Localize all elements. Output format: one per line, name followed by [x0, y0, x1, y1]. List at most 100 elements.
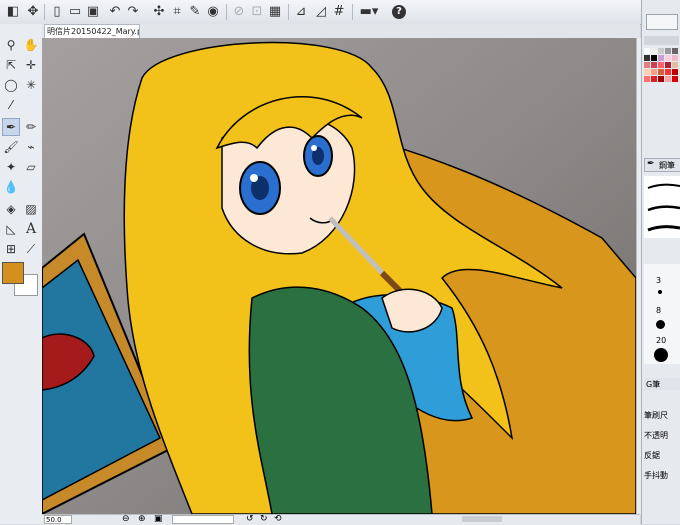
zoom-icon[interactable]: ⚲ — [2, 36, 20, 54]
color-swatches[interactable] — [644, 48, 680, 134]
fill-bucket-icon[interactable]: ◈ — [2, 200, 20, 218]
blend-icon[interactable]: 💧 — [2, 178, 20, 196]
color-swatch[interactable] — [644, 48, 650, 54]
grid-icon[interactable]: # — [330, 3, 348, 20]
color-panel-tab[interactable] — [646, 14, 678, 30]
main-toolbar: ◧ ✥ ▯ ▭ ▣ ↶ ↷ ✣ ⌗ ✎ ◉ ⊘ ⊡ ▦ ⊿ ◿ # ▬▾ ? — [0, 0, 680, 25]
subtool-label: G筆 — [646, 380, 661, 389]
color-swatch[interactable] — [665, 69, 671, 75]
left-eye-highlight — [250, 174, 258, 182]
setting-label: 手抖動 — [644, 471, 668, 480]
color-swatch[interactable] — [658, 62, 664, 68]
color-swatch[interactable] — [651, 55, 657, 61]
tool-settings: 筆刷尺 不透明 反鋸 手抖動 — [644, 410, 680, 490]
ruler-icon[interactable]: ⊿ — [292, 3, 310, 20]
decoration-icon[interactable]: ✦ — [2, 158, 20, 176]
zoom-field[interactable]: 50.0 — [44, 515, 72, 524]
color-swatch[interactable] — [665, 62, 671, 68]
new-file-icon[interactable]: ▯ — [48, 3, 66, 20]
brush-size-dot — [656, 320, 665, 329]
screen-mode-icon[interactable]: ▬▾ — [356, 3, 382, 20]
color-swatch[interactable] — [644, 69, 650, 75]
brush-size-label: 8 — [656, 306, 662, 315]
fit-icon[interactable]: ▣ — [154, 514, 163, 524]
main-color-swatch[interactable] — [2, 262, 24, 284]
correct-line-icon[interactable]: ⟋ — [22, 240, 40, 258]
brush-stroke-list[interactable] — [644, 176, 680, 238]
text-icon[interactable]: A — [22, 220, 40, 238]
color-swatch[interactable] — [644, 55, 650, 61]
hand-icon[interactable]: ✥ — [24, 3, 42, 20]
move-icon[interactable]: ✛ — [22, 56, 40, 74]
color-swatch[interactable] — [658, 55, 664, 61]
color-swatch[interactable] — [651, 48, 657, 54]
hand-tool-icon[interactable]: ✋ — [22, 36, 40, 54]
rotate-right-icon[interactable]: ↻ — [260, 514, 268, 524]
subtool-tab[interactable]: G筆 — [644, 378, 680, 390]
app-menu-icon[interactable]: ◧ — [4, 3, 22, 20]
perspective-ruler-icon[interactable]: ◿ — [312, 3, 330, 20]
pencil-icon[interactable]: ✏ — [22, 118, 40, 136]
brush-tab[interactable]: ✒ 鋼筆 — [644, 158, 680, 172]
rotate-left-icon[interactable]: ↺ — [246, 514, 254, 524]
airbrush-icon[interactable]: ⌁ — [22, 138, 40, 156]
color-swatch[interactable] — [665, 76, 671, 82]
brush-tab-label: 鋼筆 — [659, 161, 675, 170]
toolbar-separator — [226, 4, 227, 20]
color-swatch[interactable] — [672, 62, 678, 68]
eraser-icon[interactable]: ▱ — [22, 158, 40, 176]
figure-icon[interactable]: ◺ — [2, 220, 20, 238]
color-swatch[interactable] — [658, 69, 664, 75]
help-icon[interactable]: ? — [390, 3, 408, 20]
transform-icon[interactable]: ✣ — [150, 3, 168, 20]
brush-icon[interactable]: 🖌 — [2, 138, 20, 156]
redo-icon[interactable]: ↷ — [124, 3, 142, 20]
magic-wand-icon[interactable]: ✳ — [22, 76, 40, 94]
show-selection-icon[interactable]: ▦ — [266, 3, 284, 20]
brush-size-label: 20 — [656, 336, 667, 345]
zoom-in-icon[interactable]: ⊕ — [138, 514, 146, 524]
eyedropper-icon[interactable]: ⁄ — [2, 96, 20, 114]
gradient-icon[interactable]: ▨ — [22, 200, 40, 218]
brush-size-dot — [654, 348, 668, 362]
open-file-icon[interactable]: ▭ — [66, 3, 84, 20]
horizontal-scrollbar[interactable] — [462, 516, 502, 522]
color-swatch[interactable] — [672, 55, 678, 61]
toolbar-separator — [352, 4, 353, 20]
setting-label: 反鋸 — [644, 451, 660, 460]
zoom-slider[interactable] — [172, 515, 234, 524]
save-icon[interactable]: ▣ — [84, 3, 102, 20]
lasso-icon[interactable]: ◯ — [2, 76, 20, 94]
brush-stroke-previews — [647, 183, 680, 232]
color-swatch[interactable] — [651, 69, 657, 75]
document-tab[interactable]: 明信片20150422_Mary.psd — [44, 24, 140, 38]
color-swatch[interactable] — [672, 76, 678, 82]
fill-icon[interactable]: ◉ — [204, 3, 222, 20]
color-swatch[interactable] — [672, 69, 678, 75]
pen-transform-icon[interactable]: ✎ — [186, 3, 204, 20]
crop-icon[interactable]: ⌗ — [168, 3, 186, 20]
color-swatch[interactable] — [651, 62, 657, 68]
right-eye-highlight — [311, 145, 317, 151]
color-swatch[interactable] — [658, 48, 664, 54]
color-swatch[interactable] — [651, 76, 657, 82]
color-swatch[interactable] — [644, 62, 650, 68]
canvas-area[interactable] — [42, 38, 636, 514]
color-swatch[interactable] — [672, 48, 678, 54]
invert-selection-icon[interactable]: ⊡ — [248, 3, 266, 20]
frame-icon[interactable]: ⊞ — [2, 240, 20, 258]
select-icon[interactable]: ⇱ — [2, 56, 20, 74]
setting-label: 不透明 — [644, 431, 668, 440]
brush-size-panel[interactable]: 3 8 20 — [644, 264, 680, 364]
zoom-out-icon[interactable]: ⊖ — [122, 514, 130, 524]
color-swatch[interactable] — [644, 76, 650, 82]
clear-selection-icon[interactable]: ⊘ — [230, 3, 248, 20]
color-swatch[interactable] — [665, 55, 671, 61]
toolbar-separator — [288, 4, 289, 20]
color-swatch[interactable] — [665, 48, 671, 54]
right-panel: ✒ 鋼筆 3 8 20 G筆 筆刷尺 不透明 反鋸 手抖動 — [641, 0, 680, 524]
undo-icon[interactable]: ↶ — [106, 3, 124, 20]
pen-tool-icon[interactable]: ✒ — [2, 118, 20, 136]
color-swatch[interactable] — [658, 76, 664, 82]
reset-rotation-icon[interactable]: ⟲ — [274, 514, 282, 524]
